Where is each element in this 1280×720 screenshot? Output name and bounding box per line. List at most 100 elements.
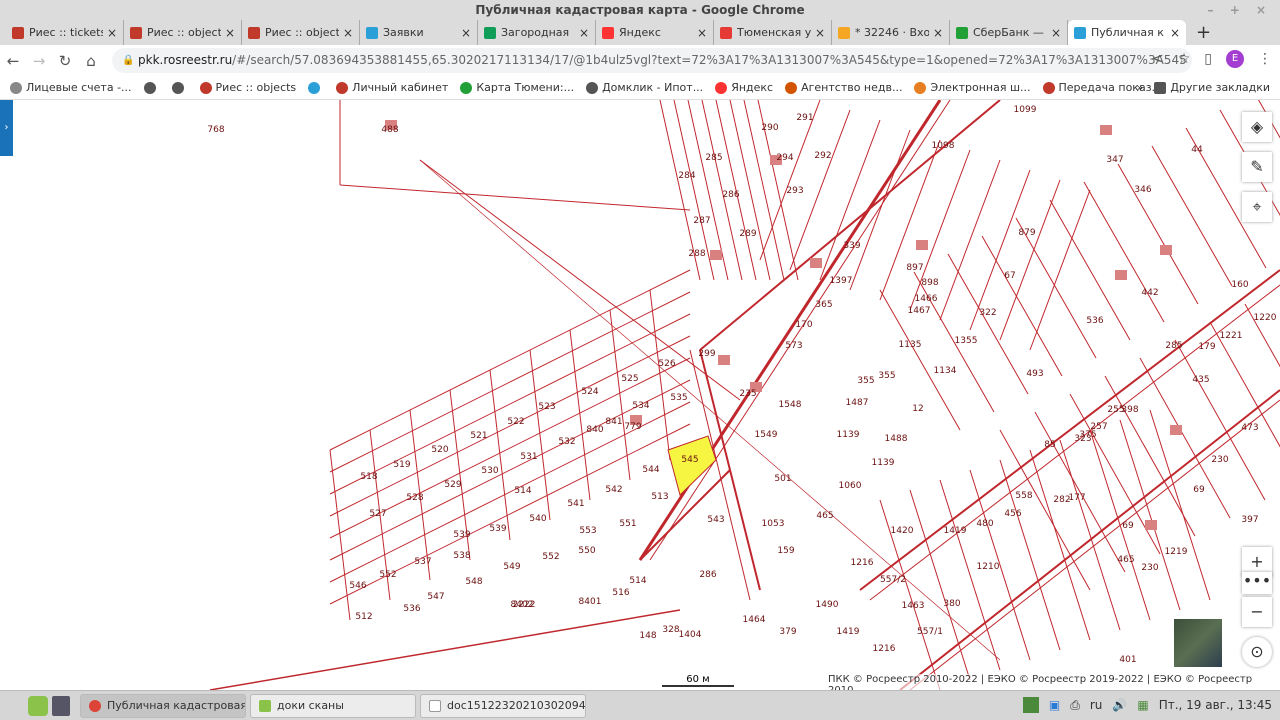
parcel-label[interactable]: 435 — [1192, 375, 1209, 385]
star-icon[interactable]: ☆ — [1178, 51, 1191, 67]
parcel-label[interactable]: 529 — [444, 480, 461, 490]
parcel-label[interactable]: 488 — [381, 125, 398, 135]
parcel-label[interactable]: 1487 — [846, 398, 869, 408]
parcel-label[interactable]: 898 — [921, 278, 938, 288]
mint-menu-icon[interactable] — [28, 695, 48, 716]
volume-icon[interactable]: 🔊 — [1112, 698, 1127, 712]
parcel-label[interactable]: 557/1 — [917, 627, 943, 637]
parcel-label[interactable]: 536 — [1086, 316, 1103, 326]
parcel-label[interactable]: 1548 — [779, 400, 802, 410]
locate-icon[interactable]: ⌖ — [1242, 192, 1272, 222]
tab[interactable]: Загородная × — [478, 20, 596, 45]
parcel-label[interactable]: 534 — [632, 401, 649, 411]
bookmark[interactable]: Карта Тюмени:... — [460, 81, 574, 94]
parcel-label[interactable]: 1419 — [944, 526, 967, 536]
parcel-label[interactable]: 539 — [489, 524, 506, 534]
parcel-label[interactable]: 322 — [979, 308, 996, 318]
parcel-label[interactable]: 552 — [542, 552, 559, 562]
parcel-label[interactable]: 339 — [843, 241, 860, 251]
compass-icon[interactable]: ⊙ — [1242, 637, 1272, 667]
layers-icon[interactable]: ◈ — [1242, 112, 1272, 142]
parcel-label[interactable]: 840 — [586, 425, 603, 435]
parcel-label[interactable]: 299 — [698, 349, 715, 359]
parcel-label[interactable]: 549 — [503, 562, 520, 572]
network-icon[interactable]: ▦ — [1137, 698, 1148, 712]
parcel-label[interactable]: 841 — [605, 417, 622, 427]
parcel-label[interactable]: 519 — [393, 460, 410, 470]
tab[interactable]: СберБанк — × — [950, 20, 1068, 45]
bookmark[interactable]: Электронная ш... — [914, 81, 1031, 94]
close-tab-icon[interactable]: × — [461, 26, 471, 40]
parcel-label[interactable]: 1219 — [1165, 547, 1188, 557]
parcel-label[interactable]: 294 — [776, 153, 793, 163]
parcel-label[interactable]: 293 — [786, 186, 803, 196]
parcel-label[interactable]: 521 — [470, 431, 487, 441]
parcel-label[interactable]: 779 — [624, 422, 641, 432]
parcel-label[interactable]: 456 — [1004, 509, 1021, 519]
parcel-label[interactable]: 285 — [1165, 341, 1182, 351]
parcel-label[interactable]: 542 — [605, 485, 622, 495]
share-icon[interactable]: < — [1152, 51, 1164, 67]
parcel-label[interactable]: 257 — [1090, 422, 1107, 432]
parcel-label[interactable]: 1216 — [873, 644, 896, 654]
parcel-label[interactable]: 1139 — [837, 430, 860, 440]
tab[interactable]: Риес :: objects × — [124, 20, 242, 45]
close-tab-icon[interactable]: × — [815, 26, 825, 40]
parcel-label[interactable]: 537 — [414, 557, 431, 567]
parcel-label[interactable]: 573 — [785, 341, 802, 351]
cadastral-map[interactable]: 768 488 1099 290 291 285 294 292 1098 284 286 293 34… — [0, 100, 1280, 690]
parcel-label[interactable]: 1099 — [1014, 105, 1037, 115]
address-bar[interactable]: 🔒 pkk.rosreestr.ru/#/search/57.0836943538… — [112, 48, 1192, 73]
parcel-label[interactable]: 522 — [507, 417, 524, 427]
sidepanel-icon[interactable]: ▯ — [1204, 51, 1212, 67]
parcel-label[interactable]: 230 — [1141, 563, 1158, 573]
parcel-label[interactable]: 1397 — [830, 276, 853, 286]
parcel-label[interactable]: 1419 — [837, 627, 860, 637]
parcel-label[interactable]: 401 — [1119, 655, 1136, 665]
parcel-label[interactable]: 1060 — [839, 481, 862, 491]
parcel-label[interactable]: 527 — [369, 509, 386, 519]
parcel-label[interactable]: 535 — [670, 393, 687, 403]
parcel-label[interactable]: 1355 — [955, 336, 978, 346]
parcel-label[interactable]: 1210 — [977, 562, 1000, 572]
parcel-label[interactable]: 365 — [815, 300, 832, 310]
parcel-label[interactable]: 520 — [431, 445, 448, 455]
parcel-label[interactable]: 548 — [465, 577, 482, 587]
taskbar-item-folder[interactable]: доки сканы — [250, 693, 416, 718]
parcel-label[interactable]: 160 — [1231, 280, 1248, 290]
printer-icon[interactable]: ⎙ — [1070, 698, 1080, 713]
parcel-label[interactable]: 1549 — [755, 430, 778, 440]
parcel-label[interactable]: 523 — [538, 402, 555, 412]
parcel-label[interactable]: 291 — [796, 113, 813, 123]
parcel-label[interactable]: 501 — [774, 474, 791, 484]
close-tab-icon[interactable]: × — [697, 26, 707, 40]
bookmark[interactable]: Агентство недв... — [785, 81, 902, 94]
close-tab-icon[interactable]: × — [107, 26, 117, 40]
reload-button[interactable]: ↻ — [52, 52, 78, 70]
parcel-label[interactable]: 85 — [1044, 440, 1055, 450]
close-tab-icon[interactable]: × — [1051, 26, 1061, 40]
bookmark[interactable]: Риес :: objects — [199, 81, 296, 94]
parcel-label[interactable]: 539 — [453, 530, 470, 540]
profile-avatar[interactable]: E — [1226, 50, 1244, 68]
parcel-label[interactable]: 12 — [912, 404, 923, 414]
parcel-label[interactable]: 528 — [406, 493, 423, 503]
parcel-label[interactable]: 465 — [1117, 555, 1134, 565]
parcel-label[interactable]: 235 — [739, 389, 756, 399]
parcel-label[interactable]: 1216 — [851, 558, 874, 568]
parcel-label[interactable]: 1098 — [932, 141, 955, 151]
parcel-label[interactable]: 550 — [578, 546, 595, 556]
close-tab-icon[interactable]: × — [225, 26, 235, 40]
parcel-label[interactable]: 1488 — [885, 434, 908, 444]
parcel-label[interactable]: 558 — [1015, 491, 1032, 501]
bookmark[interactable] — [308, 81, 324, 94]
parcel-label[interactable]: 1220 — [1254, 313, 1277, 323]
bookmark[interactable] — [143, 81, 160, 94]
parcel-label[interactable]: 8401 — [579, 597, 602, 607]
bookmark[interactable]: Яндекс — [715, 81, 773, 94]
parcel-label[interactable]: 514 — [514, 486, 531, 496]
parcel-label[interactable]: 546 — [349, 581, 366, 591]
parcel-label[interactable]: 1221 — [1220, 331, 1243, 341]
parcel-label[interactable]: 543 — [707, 515, 724, 525]
parcel-label[interactable]: 493 — [1026, 369, 1043, 379]
